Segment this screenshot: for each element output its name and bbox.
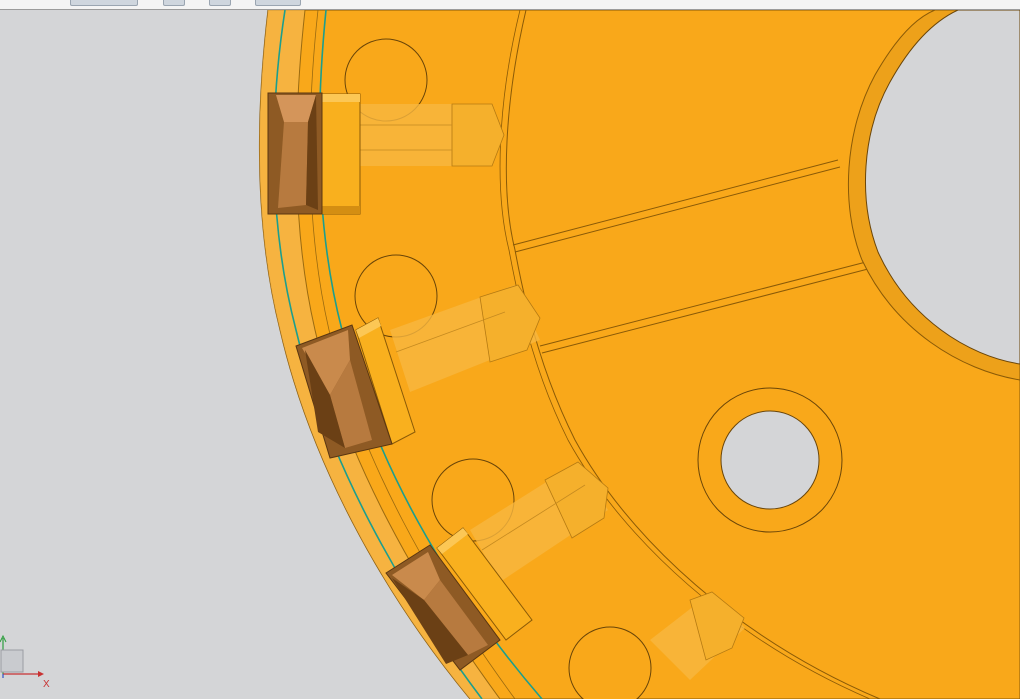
toolbar xyxy=(0,0,1020,10)
cad-model-render[interactable] xyxy=(0,10,1020,699)
toolbar-button[interactable] xyxy=(255,0,301,6)
3d-viewport[interactable]: X xyxy=(0,10,1020,699)
x-axis-label: X xyxy=(43,679,50,690)
bolt-1 xyxy=(360,103,505,167)
triad-cube xyxy=(0,649,24,673)
mounting-hole xyxy=(720,410,820,510)
toolbar-button[interactable] xyxy=(70,0,138,6)
clamp-block-1 xyxy=(321,93,361,215)
coordinate-triad: X xyxy=(0,628,56,698)
toolbar-button[interactable] xyxy=(209,0,231,6)
cutting-insert-1 xyxy=(267,92,323,215)
toolbar-button[interactable] xyxy=(163,0,185,6)
